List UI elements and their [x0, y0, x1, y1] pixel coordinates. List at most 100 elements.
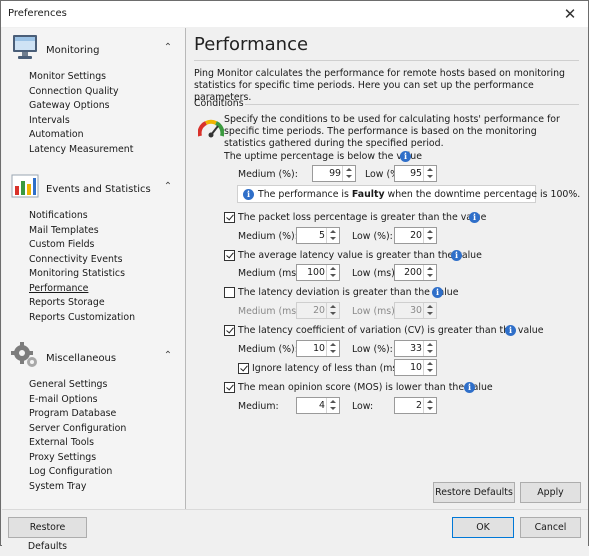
spinbox-value: 2 — [416, 400, 422, 411]
sidebar-item-mail-templates[interactable]: Mail Templates — [29, 224, 135, 239]
note-text-bold: Faulty — [351, 189, 385, 200]
info-icon[interactable]: i — [432, 287, 443, 298]
chart-icon — [11, 174, 39, 198]
cv-low-spinbox[interactable]: 33 — [394, 340, 437, 357]
sidebar-item-monitor-settings[interactable]: Monitor Settings — [29, 70, 133, 85]
info-icon[interactable]: i — [400, 151, 411, 162]
footer-restore-defaults-button[interactable]: Restore Defaults — [8, 517, 87, 552]
info-icon[interactable]: i — [469, 212, 480, 223]
deviation-low-spinbox[interactable]: 30 — [394, 302, 437, 319]
sidebar-item-log-configuration[interactable]: Log Configuration — [29, 465, 126, 480]
spin-arrows-icon[interactable] — [326, 265, 339, 280]
monitor-icon — [13, 35, 37, 59]
uptime-low-spinbox[interactable]: 95 — [394, 165, 437, 182]
cv-label: The latency coefficient of variation (CV… — [238, 325, 544, 336]
dialog-footer: Restore Defaults OK Cancel — [2, 509, 588, 552]
ok-button[interactable]: OK — [452, 517, 514, 538]
group-header-events-statistics[interactable]: Events and Statistics ⌃ — [2, 171, 185, 205]
gauge-icon — [198, 119, 224, 138]
spinbox-value: 100 — [307, 267, 325, 278]
chevron-up-icon[interactable]: ⌃ — [161, 41, 175, 55]
uptime-medium-spinbox[interactable]: 99 — [312, 165, 356, 182]
packet-loss-low-spinbox[interactable]: 20 — [394, 227, 437, 244]
close-icon[interactable]: ✕ — [560, 4, 580, 24]
latency-low-spinbox[interactable]: 200 — [394, 264, 437, 281]
spin-arrows-icon[interactable] — [326, 398, 339, 413]
group-events-statistics: Events and Statistics ⌃ Notifications Ma… — [2, 171, 185, 323]
mos-medium-spinbox[interactable]: 4 — [296, 397, 340, 414]
sidebar-item-performance[interactable]: Performance — [29, 282, 135, 297]
sidebar-item-latency-measurement[interactable]: Latency Measurement — [29, 143, 133, 158]
sidebar-item-proxy-settings[interactable]: Proxy Settings — [29, 451, 126, 466]
note-text-pre: The performance is — [258, 189, 352, 200]
sidebar-item-server-configuration[interactable]: Server Configuration — [29, 422, 126, 437]
spin-arrows-icon[interactable] — [423, 360, 436, 375]
sidebar-item-custom-fields[interactable]: Custom Fields — [29, 238, 135, 253]
spin-arrows-icon[interactable] — [423, 398, 436, 413]
sidebar-item-system-tray[interactable]: System Tray — [29, 480, 126, 495]
sidebar-item-reports-customization[interactable]: Reports Customization — [29, 311, 135, 326]
mos-label: The mean opinion score (MOS) is lower th… — [238, 382, 493, 393]
sidebar-item-automation[interactable]: Automation — [29, 128, 133, 143]
apply-button[interactable]: Apply — [520, 482, 581, 503]
spinbox-value: 99 — [329, 168, 341, 179]
packet-loss-medium-spinbox[interactable]: 5 — [296, 227, 340, 244]
deviation-checkbox[interactable] — [224, 287, 235, 298]
cv-medium-spinbox[interactable]: 10 — [296, 340, 340, 357]
sidebar-item-reports-storage[interactable]: Reports Storage — [29, 296, 135, 311]
sidebar-item-notifications[interactable]: Notifications — [29, 209, 135, 224]
main-panel: Performance Ping Monitor calculates the … — [187, 28, 587, 509]
divider — [245, 104, 579, 105]
sidebar-item-program-database[interactable]: Program Database — [29, 407, 126, 422]
spin-arrows-icon[interactable] — [342, 166, 355, 181]
sidebar-item-general-settings[interactable]: General Settings — [29, 378, 126, 393]
spin-arrows-icon[interactable] — [423, 341, 436, 356]
cv-medium-label: Medium (%): — [238, 344, 298, 355]
cv-checkbox[interactable] — [224, 325, 235, 336]
spin-arrows-icon[interactable] — [423, 166, 436, 181]
chevron-up-icon[interactable]: ⌃ — [161, 180, 175, 194]
latency-checkbox[interactable] — [224, 250, 235, 261]
spinbox-value: 4 — [319, 400, 325, 411]
packet-loss-low-label: Low (%): — [352, 231, 393, 242]
sidebar-item-monitoring-statistics[interactable]: Monitoring Statistics — [29, 267, 135, 282]
spin-arrows-icon[interactable] — [423, 303, 436, 318]
spinbox-value: 200 — [404, 267, 422, 278]
ignore-latency-spinbox[interactable]: 10 — [394, 359, 437, 376]
latency-label: The average latency value is greater tha… — [238, 250, 482, 261]
spin-arrows-icon[interactable] — [326, 303, 339, 318]
restore-defaults-button[interactable]: Restore Defaults — [433, 482, 515, 503]
note-text: The performance is Faulty when the downt… — [258, 189, 580, 200]
deviation-label: The latency deviation is greater than th… — [238, 287, 459, 298]
info-icon[interactable]: i — [505, 325, 516, 336]
latency-medium-label: Medium (ms): — [238, 268, 303, 279]
mos-checkbox[interactable] — [224, 382, 235, 393]
packet-loss-checkbox[interactable] — [224, 212, 235, 223]
mos-low-spinbox[interactable]: 2 — [394, 397, 437, 414]
sidebar-item-gateway-options[interactable]: Gateway Options — [29, 99, 133, 114]
sidebar-item-connectivity-events[interactable]: Connectivity Events — [29, 253, 135, 268]
deviation-low-label: Low (ms): — [352, 306, 398, 317]
sidebar-item-email-options[interactable]: E-mail Options — [29, 393, 126, 408]
cancel-button[interactable]: Cancel — [520, 517, 581, 538]
preferences-window: Preferences ✕ Monitoring ⌃ Monitor Setti… — [0, 0, 589, 552]
spin-arrows-icon[interactable] — [423, 265, 436, 280]
spin-arrows-icon[interactable] — [326, 341, 339, 356]
spin-arrows-icon[interactable] — [423, 228, 436, 243]
sidebar-item-connection-quality[interactable]: Connection Quality — [29, 85, 133, 100]
info-icon[interactable]: i — [464, 382, 475, 393]
deviation-medium-spinbox[interactable]: 20 — [296, 302, 340, 319]
group-miscellaneous: Miscellaneous ⌃ General Settings E-mail … — [2, 340, 185, 492]
group-header-miscellaneous[interactable]: Miscellaneous ⌃ — [2, 340, 185, 374]
latency-medium-spinbox[interactable]: 100 — [296, 264, 340, 281]
spinbox-value: 30 — [410, 305, 422, 316]
packet-loss-medium-label: Medium (%): — [238, 231, 298, 242]
group-header-monitoring[interactable]: Monitoring ⌃ — [2, 32, 185, 66]
sidebar-item-intervals[interactable]: Intervals — [29, 114, 133, 129]
spin-arrows-icon[interactable] — [326, 228, 339, 243]
chevron-up-icon[interactable]: ⌃ — [161, 349, 175, 363]
info-icon[interactable]: i — [451, 250, 462, 261]
sidebar-item-external-tools[interactable]: External Tools — [29, 436, 126, 451]
ignore-latency-checkbox[interactable] — [238, 363, 249, 374]
uptime-medium-label: Medium (%): — [238, 169, 298, 180]
